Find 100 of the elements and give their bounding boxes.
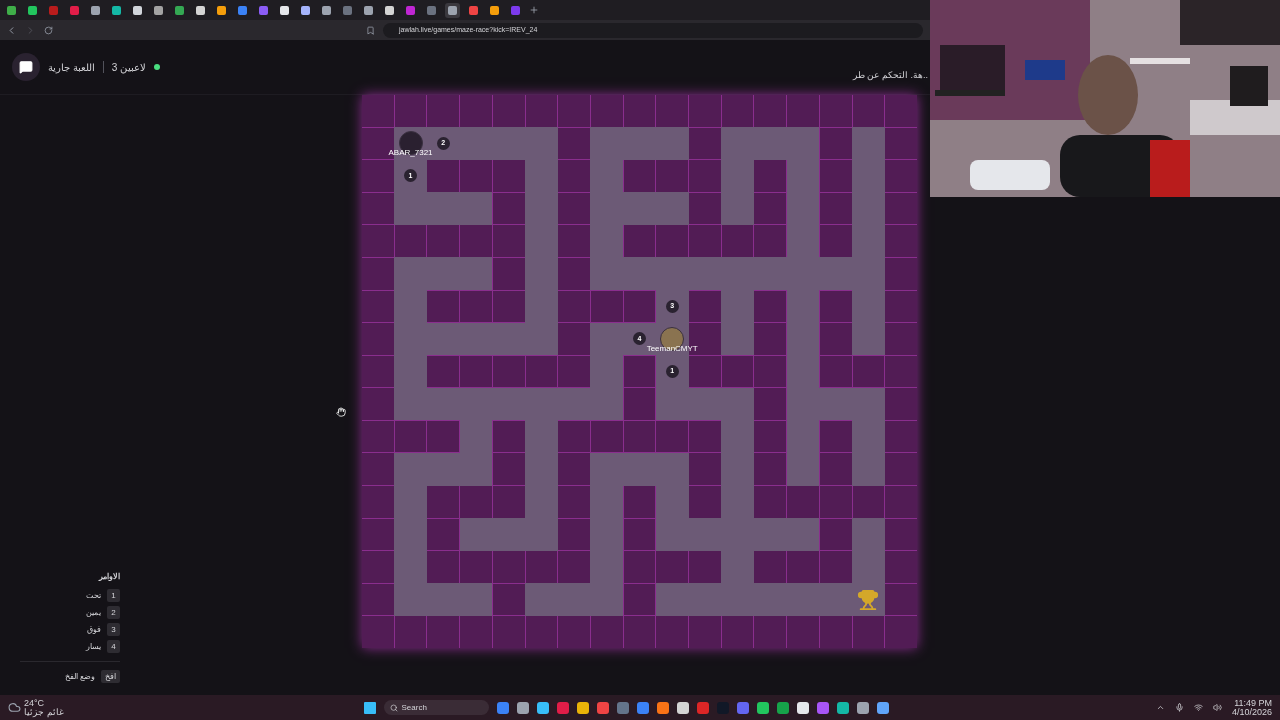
reload-icon[interactable] <box>44 25 53 35</box>
maze-path <box>655 127 689 160</box>
maze-wall <box>819 551 852 583</box>
maze-wall <box>885 290 917 323</box>
maze-wall <box>362 453 394 486</box>
taskbar-app[interactable] <box>536 701 549 714</box>
game-status: اللعبة جارية <box>48 60 95 75</box>
maze-wall <box>460 551 492 583</box>
maze-wall <box>656 551 689 583</box>
temperature: 24°C <box>24 698 46 708</box>
maze-wall <box>689 192 721 225</box>
maze-wall <box>754 160 787 192</box>
maze-wall <box>885 160 917 192</box>
maze-wall <box>525 616 558 648</box>
maze-path <box>459 257 493 290</box>
maze-wall <box>558 355 590 388</box>
notice-text: هة. التحكم عن طر.. <box>852 69 928 83</box>
maze-wall <box>558 518 590 551</box>
taskbar-app[interactable] <box>576 701 589 714</box>
maze-wall <box>885 257 917 290</box>
wifi-icon[interactable] <box>1193 703 1203 712</box>
maze-wall <box>819 420 852 453</box>
maze-wall <box>525 551 558 583</box>
maze-wall <box>362 551 394 583</box>
maze-wall <box>819 486 852 518</box>
maze-path <box>655 192 689 225</box>
taskbar-app[interactable] <box>836 701 849 714</box>
browser-tab[interactable] <box>445 2 460 18</box>
maze-wall <box>362 257 394 290</box>
maze-wall <box>754 420 787 453</box>
taskbar-search[interactable]: Search <box>383 700 489 715</box>
maze-wall <box>362 420 394 453</box>
maze-wall <box>656 160 689 192</box>
maze-wall <box>754 551 787 583</box>
maze-wall <box>885 453 917 486</box>
maze-wall <box>656 616 689 648</box>
taskbar-app[interactable] <box>656 701 669 714</box>
maze-wall <box>885 323 917 355</box>
maze-wall <box>819 355 852 388</box>
command-key: 2 <box>107 606 120 619</box>
maze-wall <box>492 290 525 323</box>
maze-wall <box>623 388 656 420</box>
maze-path <box>459 583 493 616</box>
maze-wall <box>852 355 885 388</box>
maze-wall <box>787 551 819 583</box>
maze-wall <box>362 486 394 518</box>
maze-wall <box>885 192 917 225</box>
maze-wall <box>558 323 590 355</box>
maze-wall <box>656 420 689 453</box>
maze-wall <box>754 486 787 518</box>
maze-wall <box>362 518 394 551</box>
maze-path <box>459 192 493 225</box>
maze-wall <box>623 518 656 551</box>
maze-wall <box>689 95 721 127</box>
volume-icon[interactable] <box>1212 703 1222 712</box>
maze-wall <box>754 355 787 388</box>
maze-wall <box>885 225 917 257</box>
maze-wall <box>427 518 460 551</box>
maze-wall <box>885 518 917 551</box>
maze-wall <box>427 290 460 323</box>
maze-wall <box>885 355 917 388</box>
trophy-icon <box>857 588 880 611</box>
command-label: فوق <box>87 623 101 636</box>
new-tab-icon[interactable] <box>529 5 539 15</box>
maze-wall <box>460 486 492 518</box>
maze-wall <box>819 323 852 355</box>
mic-icon[interactable] <box>1174 703 1184 712</box>
maze-wall <box>689 290 721 323</box>
taskbar-app[interactable] <box>876 701 889 714</box>
maze-path <box>852 518 885 551</box>
chat-icon[interactable] <box>19 60 33 74</box>
maze-wall <box>754 290 787 323</box>
maze-wall <box>558 290 590 323</box>
taskbar-app[interactable] <box>676 701 689 714</box>
maze-wall <box>689 225 721 257</box>
maze-wall <box>787 616 819 648</box>
maze-wall <box>362 225 394 257</box>
maze-wall <box>492 616 525 648</box>
bookmark-icon[interactable] <box>366 25 375 35</box>
trap-label: وضع الفخ <box>64 670 95 683</box>
taskbar-app[interactable] <box>856 701 869 714</box>
maze-wall <box>492 257 525 290</box>
maze-wall <box>852 486 885 518</box>
maze-wall <box>885 486 917 518</box>
maze-wall <box>558 127 590 160</box>
start-icon[interactable] <box>363 701 376 714</box>
maze-wall <box>460 290 492 323</box>
taskbar-app[interactable] <box>756 701 769 714</box>
maze-wall <box>492 453 525 486</box>
maze-path <box>786 518 820 551</box>
maze-wall <box>525 95 558 127</box>
maze-wall <box>885 95 917 127</box>
taskbar-app[interactable] <box>796 701 809 714</box>
player-count: 3 لاعبين <box>111 60 147 75</box>
maze-wall <box>394 420 427 453</box>
maze-wall <box>492 551 525 583</box>
taskbar-app[interactable] <box>516 701 529 714</box>
maze-path <box>721 192 754 225</box>
maze-wall <box>623 160 656 192</box>
maze-wall <box>460 355 492 388</box>
